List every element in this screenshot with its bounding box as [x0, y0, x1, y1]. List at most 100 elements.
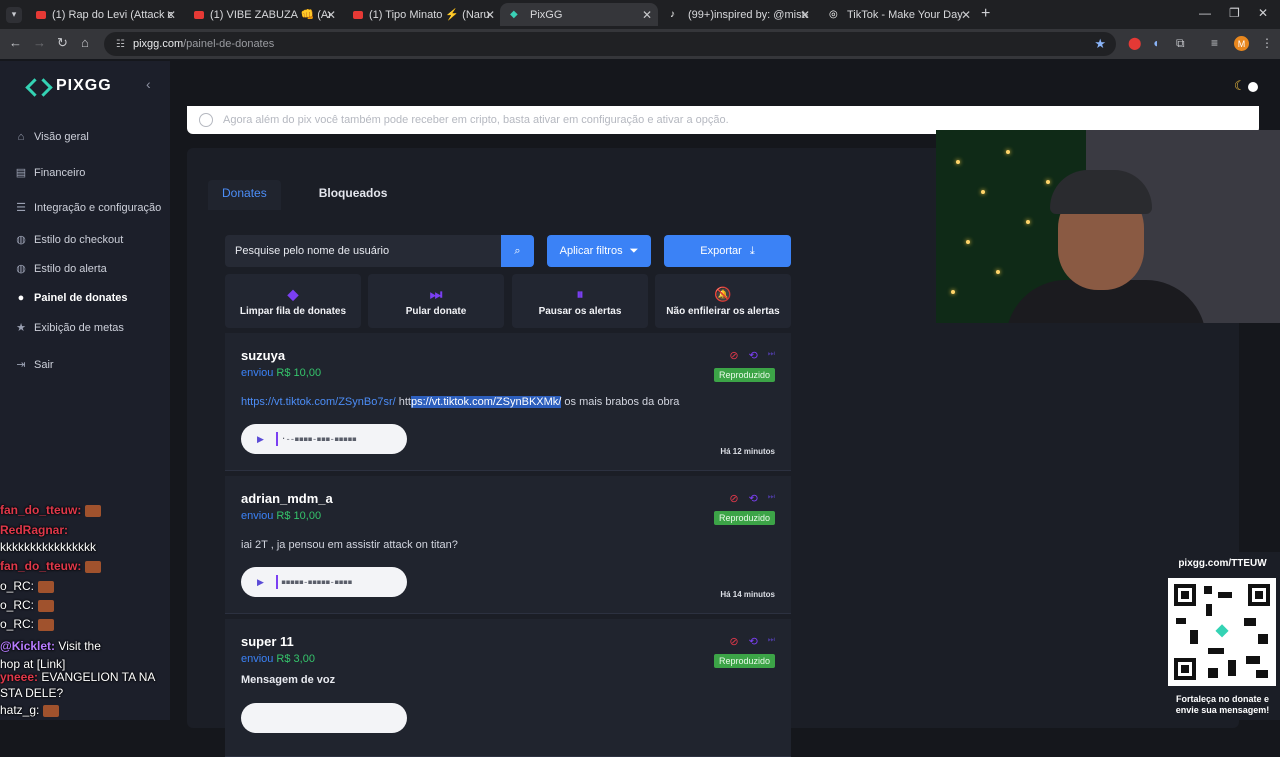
no-queue-alerts-button[interactable]: 🔕 Não enfileirar os alertas [655, 274, 791, 328]
action-label: Limpar fila de donates [239, 305, 347, 317]
webcam-overlay [936, 130, 1280, 323]
site-info-icon[interactable]: ☷ [116, 39, 125, 50]
sidebar-item-exibicao-metas[interactable]: ★ Exibição de metas [14, 321, 124, 335]
message-link-start[interactable]: htt [399, 396, 411, 408]
youtube-icon [36, 10, 46, 19]
donate-card: adrian_mdm_a enviou R$ 10,00 iai 2T , ja … [225, 476, 791, 614]
qr-module [1218, 592, 1232, 598]
restore-icon[interactable]: ❐ [1229, 6, 1240, 20]
selected-link-text[interactable]: ps://vt.tiktok.com/ZSynBKXMk/ [410, 396, 562, 408]
sidebar-item-estilo-checkout[interactable]: ◍ Estilo do checkout [14, 233, 123, 247]
kebab-menu-icon[interactable]: ⋮ [1261, 36, 1273, 50]
moon-icon: ☾ [1234, 78, 1246, 93]
back-icon[interactable]: ← [9, 35, 22, 50]
sidebar-item-label: Exibição de metas [34, 321, 124, 334]
pause-alerts-button[interactable]: ⏸ Pausar os alertas [512, 274, 648, 328]
extension-icon[interactable]: ◖ [1152, 36, 1159, 50]
panel-tabs: Donates Bloqueados [208, 180, 425, 210]
toggle-knob [1247, 81, 1258, 92]
address-bar[interactable]: ☷ pixgg.com/painel-de-donates ★ [104, 32, 1116, 56]
qr-overlay: pixgg.com/TTEUW ◆ Fortaleça no donate e … [1165, 552, 1280, 720]
media-controls-icon[interactable]: ≡ [1211, 36, 1218, 50]
close-icon[interactable]: ✕ [961, 8, 971, 22]
light-decor [956, 160, 960, 164]
waveform[interactable]: ▪▪▪▪▪-▪▪▪▪▪-▪▪▪▪ [276, 575, 353, 589]
export-button[interactable]: Exportar ⤓ [664, 235, 791, 267]
browser-tab[interactable]: ◎ TikTok - Make Your Day ✕ [819, 3, 977, 26]
browser-tab[interactable]: (1) Rap do Levi (Attack on Titan ✕ [26, 3, 182, 26]
qr-module [1176, 618, 1186, 624]
close-icon[interactable]: ✕ [166, 8, 176, 22]
light-decor [981, 190, 985, 194]
waveform[interactable]: ·--▪▪▪▪-▪▪▪-▪▪▪▪▪ [276, 432, 357, 446]
browser-tab[interactable]: ♪ (99+)inspired by: @misterr™ | ✕ [660, 3, 816, 26]
bookmark-star-icon[interactable]: ★ [1094, 36, 1106, 52]
search-button[interactable]: ⌕ [501, 235, 534, 267]
block-icon[interactable]: ⊘ [729, 349, 738, 362]
tab-title: PixGG [530, 8, 563, 21]
replay-icon[interactable]: ⟲ [749, 349, 758, 362]
donate-message: iai 2T , ja pensou em assistir attack on… [241, 539, 458, 551]
tiktok-icon: ♪ [670, 9, 675, 20]
audio-player[interactable] [241, 703, 407, 733]
collapse-sidebar-icon[interactable]: ‹ [146, 76, 151, 92]
apply-filters-button[interactable]: Aplicar filtros ⏷ [547, 235, 651, 267]
forward-icon[interactable]: → [33, 35, 46, 50]
user-icon: ● [17, 292, 25, 304]
donor-name: super 11 [241, 634, 294, 649]
sidebar-item-financeiro[interactable]: ▤ Financeiro [14, 166, 86, 180]
close-icon[interactable]: ✕ [326, 8, 336, 22]
sidebar-item-visao-geral[interactable]: ⌂ Visão geral [14, 131, 89, 143]
sidebar-item-sair[interactable]: ⇥ Sair [14, 358, 53, 372]
extension-icon[interactable]: ⬤ [1128, 36, 1141, 50]
theme-toggle[interactable]: ☾ [1234, 78, 1258, 94]
browser-tab[interactable]: (1) VIBE ZABUZA 👊 (Animes) | ✕ [184, 3, 342, 26]
chat-message: kkkkkkkkkkkkkkkk [0, 537, 96, 557]
play-icon[interactable]: ▶ [257, 434, 264, 445]
sidebar-item-integracao[interactable]: ☰ Integração e configuração [14, 201, 161, 215]
skip-donate-button[interactable]: ⏭ Pular donate [368, 274, 504, 328]
donate-amount: R$ 10,00 [276, 510, 322, 522]
new-tab-icon[interactable]: + [981, 5, 990, 23]
close-window-icon[interactable]: ✕ [1258, 6, 1268, 20]
chat-username: o_RC: [0, 598, 35, 612]
info-icon [199, 113, 213, 127]
qr-module [1190, 630, 1198, 644]
profile-avatar[interactable]: M [1234, 36, 1249, 51]
sidebar-item-painel-donates[interactable]: ● Painel de donates [14, 292, 128, 304]
browser-tab-active[interactable]: ◆ PixGG ✕ [500, 3, 658, 26]
audio-player[interactable]: ▶ ·--▪▪▪▪-▪▪▪-▪▪▪▪▪ [241, 424, 407, 454]
skip-icon[interactable]: ⏭ [768, 492, 775, 505]
browser-tab[interactable]: (1) Tipo Minato ⚡ (Naruto) | S ✕ [343, 3, 501, 26]
audio-player[interactable]: ▶ ▪▪▪▪▪-▪▪▪▪▪-▪▪▪▪ [241, 567, 407, 597]
sidebar-item-estilo-alerta[interactable]: ◍ Estilo do alerta [14, 262, 107, 276]
tab-bloqueados[interactable]: Bloqueados [305, 180, 402, 210]
close-icon[interactable]: ✕ [800, 8, 810, 22]
play-icon[interactable]: ▶ [257, 577, 264, 588]
search-input[interactable]: Pesquise pelo nome de usuário [225, 235, 501, 267]
light-decor [1026, 220, 1030, 224]
close-icon[interactable]: ✕ [642, 8, 652, 22]
message-link[interactable]: https://vt.tiktok.com/ZSynBo7sr/ [241, 396, 396, 408]
block-icon[interactable]: ⊘ [729, 635, 738, 648]
clear-queue-button[interactable]: ◆ Limpar fila de donates [225, 274, 361, 328]
extensions-puzzle-icon[interactable]: ⧉ [1176, 36, 1185, 51]
minimize-icon[interactable]: — [1199, 6, 1211, 20]
replay-icon[interactable]: ⟲ [749, 492, 758, 505]
home-icon[interactable]: ⌂ [81, 35, 89, 50]
tab-donates[interactable]: Donates [208, 180, 281, 210]
qr-footer: Fortaleça no donate e envie sua mensagem… [1175, 694, 1270, 715]
chat-username: @Kicklet: [0, 639, 56, 653]
tab-search-icon[interactable]: ▾ [6, 6, 22, 23]
brand-logo[interactable]: PIXGG [28, 77, 112, 95]
replay-icon[interactable]: ⟲ [749, 635, 758, 648]
browser-toolbar: ← → ↻ ⌂ ☷ pixgg.com/painel-de-donates ★ … [0, 29, 1280, 59]
close-icon[interactable]: ✕ [485, 8, 495, 22]
reload-icon[interactable]: ↻ [57, 35, 68, 51]
action-label: Não enfileirar os alertas [666, 305, 780, 317]
skip-icon[interactable]: ⏭ [768, 349, 775, 362]
block-icon[interactable]: ⊘ [729, 492, 738, 505]
skip-icon[interactable]: ⏭ [768, 635, 775, 648]
pixgg-logo-icon [28, 78, 50, 94]
emote-icon [38, 599, 55, 612]
